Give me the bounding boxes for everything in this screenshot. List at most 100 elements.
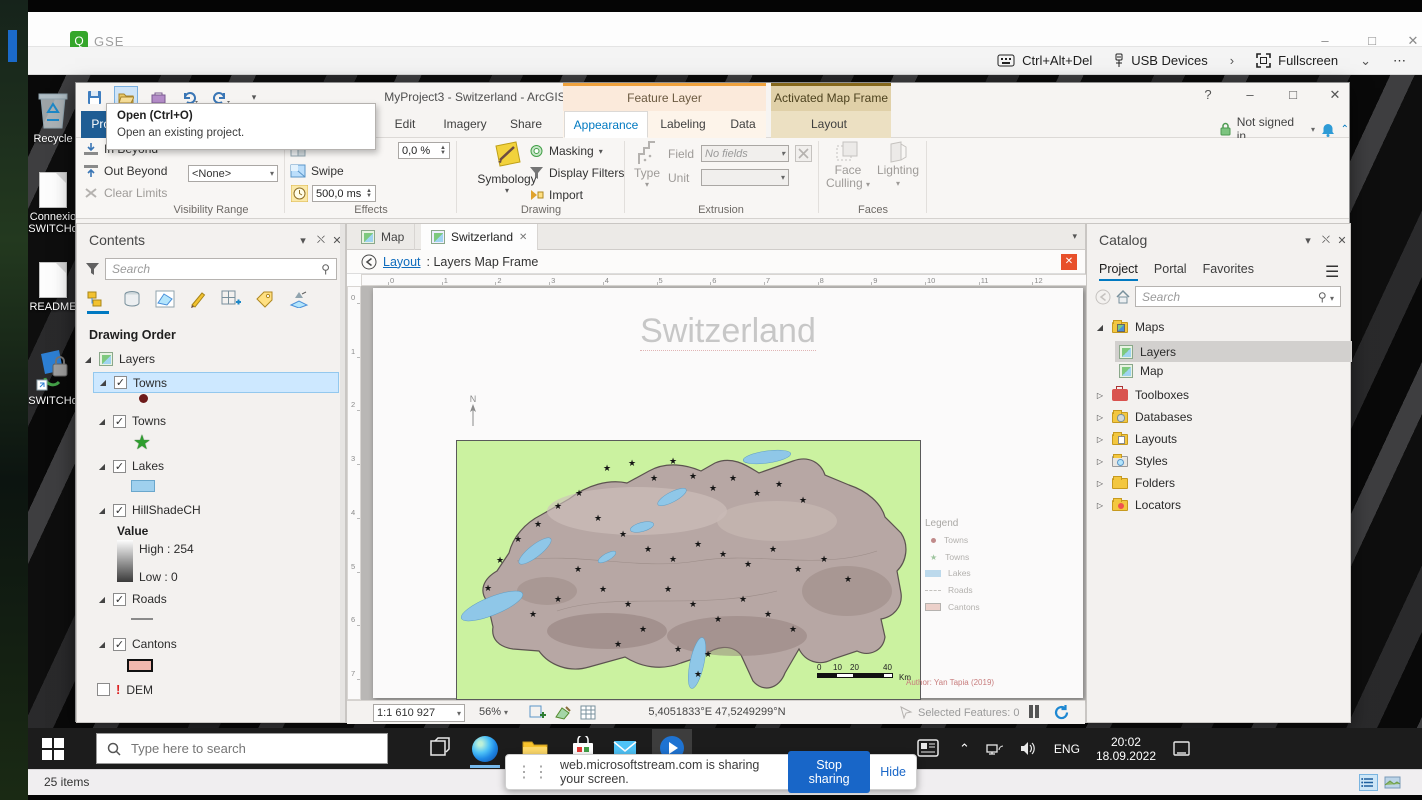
tree-item-roads[interactable]: ◢ ✓ Roads <box>97 592 167 606</box>
expand-icon[interactable]: ◢ <box>97 506 107 515</box>
catalog-search-input[interactable]: Search ⚲ ▾ <box>1135 286 1341 307</box>
more-options-icon[interactable]: ⋯ <box>1393 53 1408 69</box>
list-by-drawing-order-button[interactable] <box>87 290 109 314</box>
collapsed-icon[interactable]: ▷ <box>1095 457 1105 466</box>
list-by-data-source-button[interactable] <box>123 290 141 314</box>
tab-appearance[interactable]: Appearance <box>564 111 648 138</box>
list-by-selection-button[interactable] <box>155 290 175 314</box>
collapsed-icon[interactable]: ▷ <box>1095 391 1105 400</box>
collapsed-icon[interactable]: ▷ <box>1095 501 1105 510</box>
task-view-icon[interactable] <box>428 736 454 762</box>
lighting-button[interactable]: Lighting ▾ <box>875 140 921 190</box>
out-beyond-scale-dropdown[interactable]: <None>▾ <box>188 165 278 182</box>
map-frame[interactable]: ★★★★★★★★★★★★★★★★★★★★★★★★★★★★★★★★★★★★★★★★… <box>456 440 921 700</box>
zoom-dropdown[interactable]: 56%▾ <box>479 706 508 718</box>
expand-icon[interactable]: ◢ <box>97 595 107 604</box>
catalog-item-toolboxes[interactable]: ▷ Toolboxes <box>1095 388 1189 402</box>
extrusion-field-dropdown[interactable]: No fields▾ <box>701 145 789 162</box>
drag-grip-icon[interactable]: ⋮⋮ <box>516 762 550 782</box>
contents-search-input[interactable]: Search ⚲ <box>105 258 337 280</box>
expand-icon[interactable]: ◢ <box>1095 323 1105 332</box>
collapse-ribbon-chevron-icon[interactable]: ⌃ <box>1341 124 1349 135</box>
layout-canvas[interactable]: Switzerland N <box>361 286 1087 700</box>
pane-options-chevron-icon[interactable]: ▾ <box>295 234 311 247</box>
extrusion-type-button[interactable]: Type ▾ <box>629 140 665 189</box>
hide-sharing-bar-button[interactable]: Hide <box>880 765 906 779</box>
close-tab-icon[interactable]: ✕ <box>519 232 527 243</box>
save-button[interactable] <box>82 86 106 108</box>
tab-list-chevron-icon[interactable]: ▾ <box>1072 231 1077 242</box>
catalog-item-maps[interactable]: ◢ Maps <box>1095 320 1164 334</box>
catalog-item-databases[interactable]: ▷ Databases <box>1095 410 1192 424</box>
display-filters-button[interactable]: Display Filters <box>529 166 624 180</box>
tree-item-lakes[interactable]: ◢ ✓ Lakes <box>97 459 164 473</box>
page-title[interactable]: Switzerland <box>640 312 816 351</box>
notifications-bell-icon[interactable] <box>1321 122 1335 137</box>
fullscreen-button[interactable]: Fullscreen <box>1256 53 1338 68</box>
catalog-tab-favorites[interactable]: Favorites <box>1203 262 1254 281</box>
pin-icon[interactable]: ⛌ <box>1318 234 1334 247</box>
start-button[interactable] <box>42 738 64 760</box>
action-center-icon[interactable] <box>1172 740 1192 758</box>
window-minimize-button[interactable]: – <box>1238 87 1262 107</box>
swipe-button[interactable]: Swipe <box>290 164 344 178</box>
back-arrow-icon[interactable] <box>1095 289 1111 305</box>
cantons-fill-symbol[interactable] <box>127 659 153 672</box>
layout-link[interactable]: Layout <box>383 255 421 269</box>
tree-item-towns-1[interactable]: ◢ ✓ Towns <box>93 372 339 393</box>
towns-star-symbol[interactable]: ★ <box>133 430 151 455</box>
close-activation-button[interactable]: ✕ <box>1061 254 1077 270</box>
speaker-icon[interactable] <box>1020 741 1038 756</box>
spinner-arrows-icon[interactable]: ▲▼ <box>440 146 446 156</box>
catalog-item-map[interactable]: Map <box>1119 364 1163 378</box>
window-maximize-button[interactable]: □ <box>1281 87 1305 107</box>
refresh-icon[interactable] <box>1053 704 1070 721</box>
new-map-frame-icon[interactable] <box>529 705 546 721</box>
catalog-item-folders[interactable]: ▷ Folders <box>1095 476 1175 490</box>
layer-checkbox[interactable]: ✓ <box>113 415 126 428</box>
catalog-item-styles[interactable]: ▷ Styles <box>1095 454 1168 468</box>
tab-data[interactable]: Data <box>720 111 766 138</box>
chevron-down-icon[interactable]: ⌄ <box>1360 53 1371 69</box>
back-arrow-icon[interactable] <box>361 254 377 270</box>
taskbar-search-input[interactable]: Type here to search <box>96 733 388 764</box>
face-culling-button[interactable]: Face Culling ▾ <box>824 140 872 191</box>
hidden-icons-chevron[interactable]: ⌃ <box>959 741 970 757</box>
thumbnail-view-button[interactable] <box>1383 774 1402 791</box>
flicker-spinner[interactable]: 500,0 ms ▲▼ <box>312 185 376 202</box>
view-tab-switzerland[interactable]: Switzerland ✕ <box>421 224 538 250</box>
expand-icon[interactable]: ◢ <box>97 462 107 471</box>
list-by-editing-button[interactable] <box>189 290 207 314</box>
map-scale-dropdown[interactable]: 1:1 610 927▾ <box>373 704 465 722</box>
window-close-button[interactable]: ✕ <box>1323 87 1347 107</box>
tab-layout[interactable]: Layout <box>798 111 860 138</box>
pin-icon[interactable]: ⛌ <box>313 234 329 247</box>
layer-checkbox[interactable]: ✓ <box>113 504 126 517</box>
list-by-labeling-button[interactable] <box>255 290 275 314</box>
details-view-button[interactable] <box>1359 774 1378 791</box>
edge-browser-icon[interactable] <box>472 736 498 762</box>
tree-item-dem[interactable]: ! DEM <box>97 682 153 697</box>
expand-icon[interactable]: ◢ <box>97 417 107 426</box>
tree-item-layers[interactable]: ◢ Layers <box>83 352 155 366</box>
keyboard-language[interactable]: ENG <box>1054 742 1080 756</box>
layer-checkbox[interactable]: ✓ <box>113 638 126 651</box>
taskbar-clock[interactable]: 20:02 18.09.2022 <box>1096 735 1156 763</box>
extrusion-unit-dropdown[interactable]: ▾ <box>701 169 789 186</box>
expand-icon[interactable]: ◢ <box>98 378 108 387</box>
collapsed-icon[interactable]: ▷ <box>1095 413 1105 422</box>
close-pane-icon[interactable]: ✕ <box>1334 234 1350 247</box>
catalog-item-locators[interactable]: ▷ Locators <box>1095 498 1181 512</box>
transparency-spinner[interactable]: 0,0 % ▲▼ <box>398 142 450 159</box>
lakes-fill-symbol[interactable] <box>131 480 155 492</box>
spinner-arrows-icon[interactable]: ▲▼ <box>366 189 372 199</box>
north-arrow[interactable]: N <box>469 394 477 426</box>
extrusion-clear-icon[interactable] <box>795 145 812 162</box>
import-button[interactable]: Import <box>529 188 583 202</box>
list-by-perspective-button[interactable] <box>289 290 309 314</box>
layout-page[interactable]: Switzerland N <box>373 288 1083 698</box>
clear-limits-button[interactable]: Clear Limits <box>83 186 167 200</box>
expand-icon[interactable]: ◢ <box>83 355 93 364</box>
catalog-item-layouts[interactable]: ▷ Layouts <box>1095 432 1177 446</box>
home-icon[interactable] <box>1115 289 1131 304</box>
